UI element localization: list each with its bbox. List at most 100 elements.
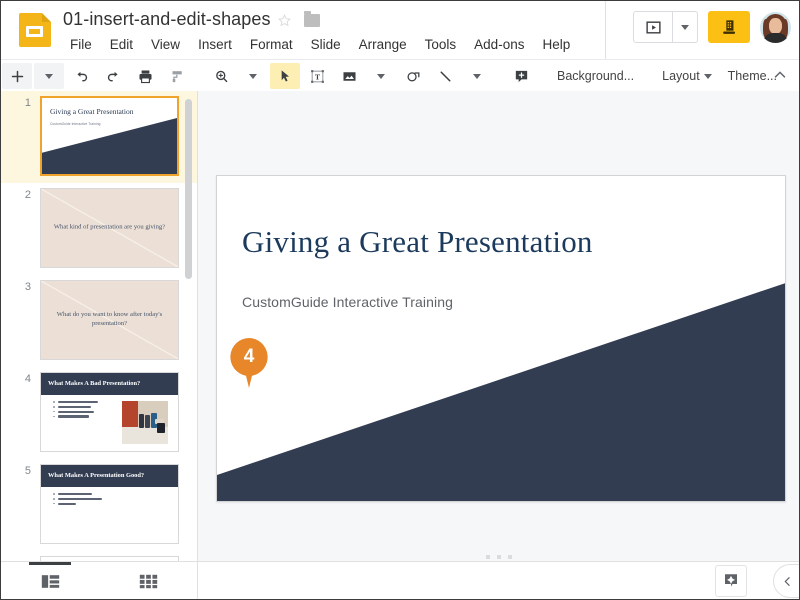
slide-number: 2 — [15, 189, 31, 201]
background-button[interactable]: Background... — [549, 65, 642, 87]
drag-dots-icon — [508, 555, 512, 559]
menu-edit[interactable]: Edit — [101, 35, 142, 54]
thumb-subtitle: CustomGuide Interactive Training — [50, 122, 101, 126]
slide-subtitle[interactable]: CustomGuide Interactive Training — [242, 294, 453, 310]
menu-insert[interactable]: Insert — [189, 35, 241, 54]
undo-arrow-icon — [73, 68, 90, 85]
shape-button[interactable] — [398, 63, 428, 89]
slide-thumbnail[interactable]: Giving a Great Presentation CustomGuide … — [40, 96, 179, 176]
text-box-icon: T — [309, 68, 326, 85]
title-action-icons — [277, 13, 320, 28]
slide-thumbnail[interactable]: What kind of presentation are you giving… — [40, 188, 179, 268]
menu-view[interactable]: View — [142, 35, 189, 54]
paint-roller-icon — [169, 68, 186, 85]
zoom-button[interactable] — [206, 63, 236, 89]
insert-image-dropdown-button[interactable] — [366, 63, 396, 89]
slide-thumbnail[interactable]: What do you want to know after today's p… — [40, 280, 179, 360]
filmstrip-slide-5[interactable]: 5 What Makes A Presentation Good? — [1, 459, 197, 551]
header-divider — [605, 1, 606, 59]
expand-panel-button[interactable] — [773, 564, 800, 598]
present-dropdown-button[interactable] — [673, 12, 697, 42]
filmstrip-slide-1[interactable]: 1 Giving a Great Presentation CustomGuid… — [1, 91, 197, 183]
speaker-notes-drag-handle[interactable] — [486, 555, 512, 559]
step-marker-label: 4 — [227, 338, 271, 376]
chevron-down-icon — [704, 74, 712, 79]
slide-title[interactable]: Giving a Great Presentation — [242, 224, 593, 260]
slide-thumbnail[interactable]: What Makes A Bad Presentation? — [40, 372, 179, 452]
line-icon — [437, 68, 454, 85]
google-slides-window: 01-insert-and-edit-shapes File Edit View… — [0, 0, 800, 600]
canvas-footer — [198, 561, 799, 600]
main-toolbar: T — [1, 59, 799, 92]
star-outline-icon[interactable] — [277, 13, 292, 28]
slide-number: 4 — [15, 373, 31, 385]
line-dropdown-button[interactable] — [462, 63, 492, 89]
share-button[interactable] — [708, 11, 750, 43]
menu-add-ons[interactable]: Add-ons — [465, 35, 533, 54]
grid-view-icon — [139, 574, 158, 589]
paint-format-button[interactable] — [162, 63, 192, 89]
image-icon — [341, 68, 358, 85]
insert-image-button[interactable] — [334, 63, 364, 89]
line-button[interactable] — [430, 63, 460, 89]
menu-file[interactable]: File — [61, 35, 101, 54]
drag-dots-icon — [497, 555, 501, 559]
slide-canvas[interactable]: Giving a Great Presentation CustomGuide … — [198, 91, 799, 561]
present-play-icon — [645, 19, 662, 36]
document-title[interactable]: 01-insert-and-edit-shapes — [63, 9, 271, 30]
slide-number: 3 — [15, 281, 31, 293]
filmstrip-view-icon — [41, 574, 60, 589]
zoom-dropdown-button[interactable] — [238, 63, 268, 89]
new-slide-button[interactable] — [2, 63, 32, 89]
filmstrip-slide-4[interactable]: 4 What Makes A Bad Presentation? — [1, 367, 197, 459]
present-button[interactable] — [634, 12, 672, 42]
header-actions — [633, 11, 791, 43]
grid-view-button[interactable] — [99, 562, 197, 600]
menu-slide[interactable]: Slide — [302, 35, 350, 54]
thumb-title: What Makes A Presentation Good? — [48, 472, 144, 479]
filmstrip-view-button[interactable] — [1, 562, 99, 600]
new-slide-dropdown-button[interactable] — [34, 63, 64, 89]
layout-button[interactable]: Layout — [654, 65, 720, 87]
redo-button[interactable] — [98, 63, 128, 89]
comment-plus-icon — [513, 68, 530, 85]
svg-text:T: T — [314, 72, 320, 81]
explore-button[interactable] — [715, 565, 747, 597]
slide-number: 5 — [15, 465, 31, 477]
thumb-bullets — [53, 493, 102, 507]
redo-arrow-icon — [105, 68, 122, 85]
slide-number: 1 — [15, 97, 31, 109]
filmstrip-scrollbar[interactable] — [185, 99, 192, 279]
print-button[interactable] — [130, 63, 160, 89]
folder-icon[interactable] — [304, 14, 320, 27]
thumb-title: What kind of presentation are you giving… — [51, 224, 168, 233]
filmstrip-slide-partial[interactable] — [1, 551, 197, 561]
chevron-left-icon — [781, 575, 794, 588]
filmstrip-footer — [1, 561, 198, 600]
user-avatar[interactable] — [760, 12, 791, 43]
select-tool-button[interactable] — [270, 63, 300, 89]
thumb-accent-wedge — [42, 118, 177, 174]
present-button-group — [633, 11, 698, 43]
plus-icon — [10, 69, 25, 84]
slide-thumbnail[interactable]: What Makes A Presentation Good? — [40, 464, 179, 544]
filmstrip-slide-3[interactable]: 3 What do you want to know after today's… — [1, 275, 197, 367]
chevron-down-icon — [249, 74, 257, 79]
google-slides-logo-icon — [19, 13, 51, 47]
slide-filmstrip[interactable]: 1 Giving a Great Presentation CustomGuid… — [1, 91, 198, 561]
thumb-title: Giving a Great Presentation — [50, 107, 134, 116]
text-box-button[interactable]: T — [302, 63, 332, 89]
menu-arrange[interactable]: Arrange — [350, 35, 416, 54]
menu-tools[interactable]: Tools — [416, 35, 466, 54]
add-comment-button[interactable] — [506, 63, 536, 89]
menu-format[interactable]: Format — [241, 35, 302, 54]
active-slide[interactable]: Giving a Great Presentation CustomGuide … — [216, 175, 786, 502]
chevron-down-icon — [473, 74, 481, 79]
filmstrip-slide-2[interactable]: 2 What kind of presentation are you givi… — [1, 183, 197, 275]
company-share-icon — [720, 18, 739, 37]
menu-help[interactable]: Help — [533, 35, 579, 54]
magnifier-plus-icon — [213, 68, 230, 85]
step-marker-pin[interactable]: 4 — [227, 336, 271, 392]
undo-button[interactable] — [66, 63, 96, 89]
collapse-toolbar-button[interactable] — [771, 66, 789, 89]
